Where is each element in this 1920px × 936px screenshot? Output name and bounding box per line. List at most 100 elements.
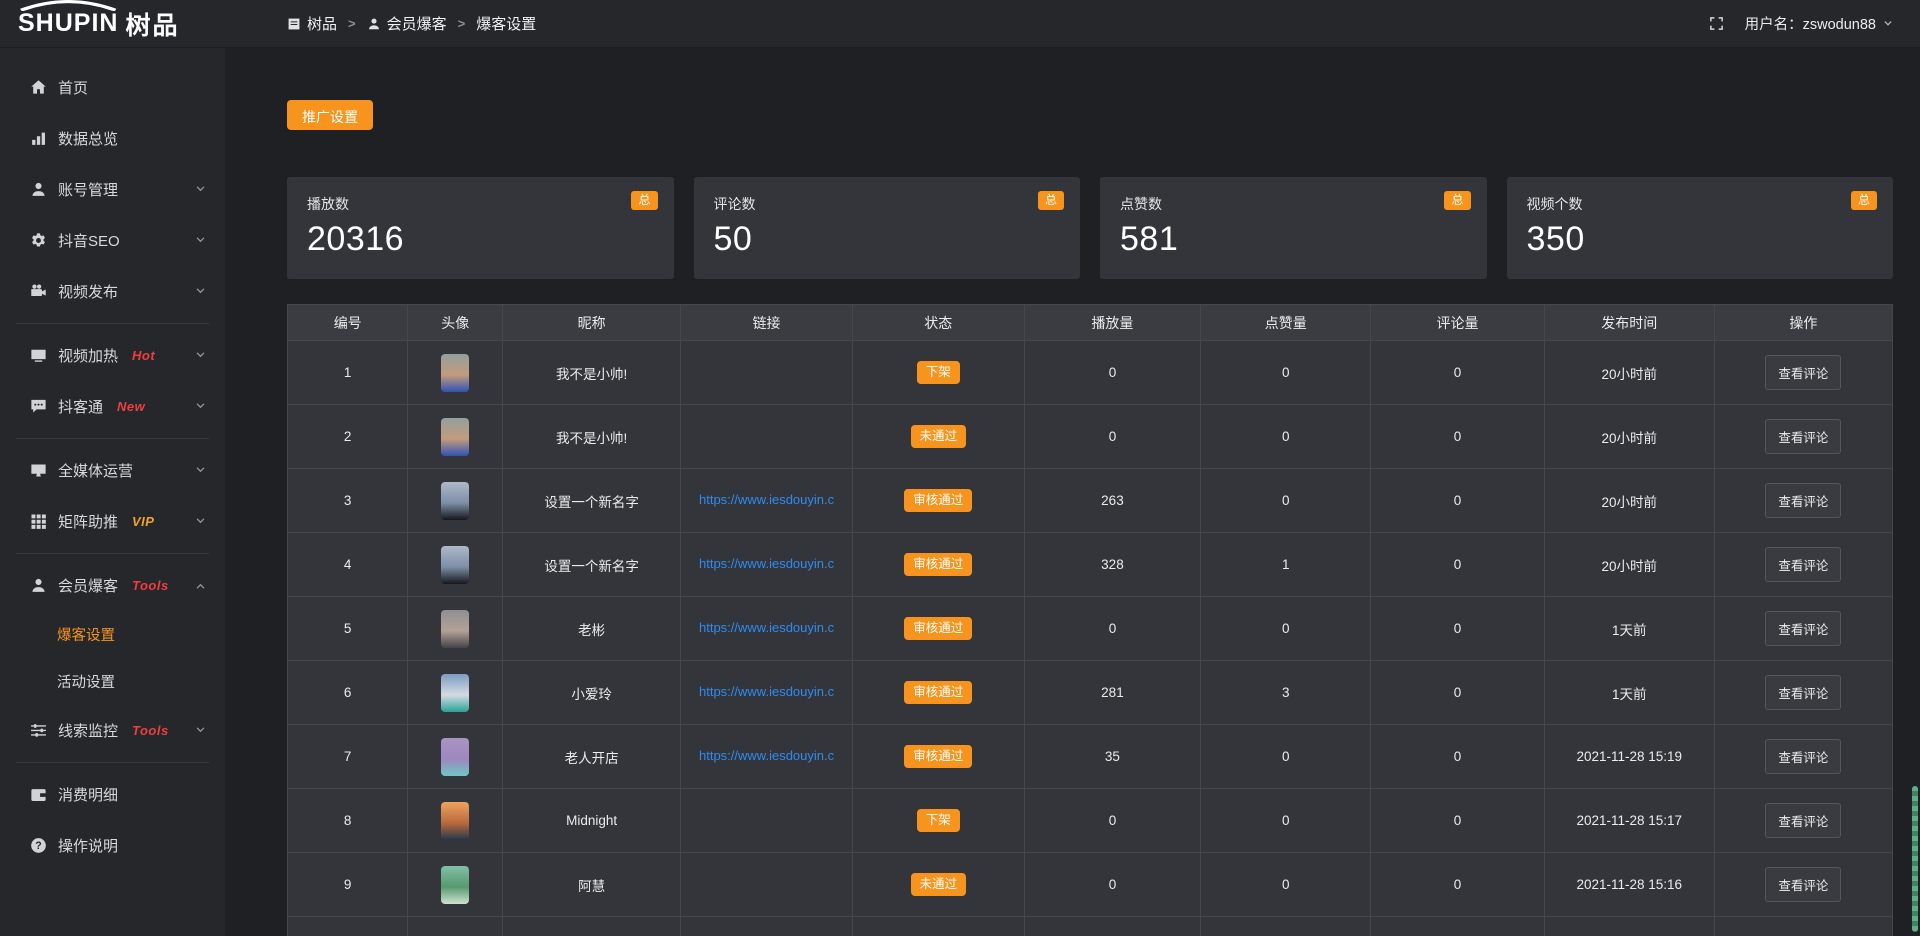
video-link[interactable]: https://www.iesdouyin.c bbox=[699, 620, 834, 635]
sidebar-item-video-publish[interactable]: 视频发布 bbox=[0, 266, 225, 317]
comments-value: 0 bbox=[1454, 813, 1462, 828]
table-row: 4设置一个新名字https://www.iesdouyin.c审核通过32810… bbox=[288, 533, 1893, 597]
view-comments-button[interactable]: 查看评论 bbox=[1765, 803, 1841, 838]
promo-settings-button[interactable]: 推广设置 bbox=[287, 100, 373, 130]
cell-action: 查看评论 bbox=[1714, 405, 1892, 469]
stat-card-label: 视频个数 bbox=[1527, 194, 1874, 214]
avatar bbox=[441, 354, 469, 392]
view-comments-button[interactable]: 查看评论 bbox=[1765, 675, 1841, 710]
chevron-up-icon bbox=[194, 579, 207, 592]
view-comments-button[interactable]: 查看评论 bbox=[1765, 419, 1841, 454]
breadcrumb-separator: > bbox=[458, 16, 466, 31]
cell-empty bbox=[681, 917, 853, 936]
nickname-label: 阿慧 bbox=[578, 879, 605, 894]
avatar bbox=[441, 610, 469, 648]
breadcrumb-label: 会员爆客 bbox=[387, 13, 447, 34]
status-badge: 审核通过 bbox=[904, 617, 972, 641]
cell-id: 2 bbox=[288, 405, 408, 469]
table-row: 1我不是小帅!下架00020小时前查看评论 bbox=[288, 341, 1893, 405]
sidebar-item-douketong[interactable]: 抖客通New bbox=[0, 381, 225, 432]
video-link[interactable]: https://www.iesdouyin.c bbox=[699, 748, 834, 763]
chevron-down-icon bbox=[194, 183, 207, 196]
likes-value: 0 bbox=[1282, 365, 1290, 380]
breadcrumb-item-member-baoke[interactable]: 会员爆客 bbox=[367, 13, 447, 34]
sidebar-subitem-activity-settings[interactable]: 活动设置 bbox=[0, 658, 225, 705]
stat-card-value: 350 bbox=[1527, 221, 1874, 258]
cell-link bbox=[681, 789, 853, 853]
sidebar-item-home[interactable]: 首页 bbox=[0, 62, 225, 113]
sidebar-subitem-baoke-settings[interactable]: 爆客设置 bbox=[0, 611, 225, 658]
sidebar-item-matrix-boost[interactable]: 矩阵助推VIP bbox=[0, 496, 225, 547]
sidebar-item-operation-guide[interactable]: ? 操作说明 bbox=[0, 820, 225, 871]
likes-value: 0 bbox=[1282, 877, 1290, 892]
user-menu[interactable]: 用户名：zswodun88 bbox=[1745, 13, 1894, 34]
chevron-down-icon bbox=[194, 724, 207, 737]
cell-plays: 0 bbox=[1024, 597, 1201, 661]
likes-value: 0 bbox=[1282, 813, 1290, 828]
sidebar-item-member-baoke[interactable]: 会员爆客Tools bbox=[0, 560, 225, 611]
sidebar-item-label: 矩阵助推 bbox=[58, 511, 118, 532]
username-label: 用户名：zswodun88 bbox=[1745, 13, 1876, 34]
table-header-row: 编号头像昵称链接状态播放量点赞量评论量发布时间操作 bbox=[288, 305, 1893, 341]
cell-action: 查看评论 bbox=[1714, 853, 1892, 917]
status-badge: 审核通过 bbox=[904, 553, 972, 577]
view-comments-button[interactable]: 查看评论 bbox=[1765, 483, 1841, 518]
cell-status: 下架 bbox=[852, 789, 1024, 853]
sidebar-subitem-label: 爆客设置 bbox=[57, 624, 115, 645]
column-header: 播放量 bbox=[1024, 305, 1201, 341]
cell-comments: 0 bbox=[1371, 469, 1544, 533]
sidebar-item-omni-media[interactable]: 全媒体运营 bbox=[0, 445, 225, 496]
sidebar-item-label: 抖音SEO bbox=[58, 230, 120, 251]
video-link[interactable]: https://www.iesdouyin.c bbox=[699, 684, 834, 699]
video-link[interactable]: https://www.iesdouyin.c bbox=[699, 556, 834, 571]
comments-value: 0 bbox=[1454, 557, 1462, 572]
sidebar-item-data-overview[interactable]: 数据总览 bbox=[0, 113, 225, 164]
svg-text:?: ? bbox=[35, 840, 41, 852]
sidebar-item-video-heating[interactable]: 视频加热Hot bbox=[0, 330, 225, 381]
breadcrumb: 树品>会员爆客>爆客设置 bbox=[287, 13, 536, 34]
cell-status: 审核通过 bbox=[852, 469, 1024, 533]
sidebar-divider bbox=[16, 323, 209, 324]
cell-status: 审核通过 bbox=[852, 533, 1024, 597]
stat-card-videos: 视频个数总350 bbox=[1507, 177, 1894, 279]
column-header: 编号 bbox=[288, 305, 408, 341]
cell-avatar bbox=[408, 853, 503, 917]
cell-plays: 0 bbox=[1024, 341, 1201, 405]
view-comments-button[interactable]: 查看评论 bbox=[1765, 547, 1841, 582]
chevron-down-icon bbox=[1882, 18, 1894, 30]
nickname-label: 设置一个新名字 bbox=[544, 495, 639, 510]
cell-empty bbox=[1371, 917, 1544, 936]
view-comments-button[interactable]: 查看评论 bbox=[1765, 355, 1841, 390]
sidebar-item-tag: Hot bbox=[132, 348, 155, 363]
cell-publish-time: 20小时前 bbox=[1544, 405, 1714, 469]
view-comments-button[interactable]: 查看评论 bbox=[1765, 611, 1841, 646]
cell-empty bbox=[1714, 917, 1892, 936]
view-comments-button[interactable]: 查看评论 bbox=[1765, 867, 1841, 902]
row-id: 6 bbox=[344, 685, 352, 700]
cell-link: https://www.iesdouyin.c bbox=[681, 533, 853, 597]
cell-empty bbox=[288, 917, 408, 936]
sidebar-item-clue-monitor[interactable]: 线索监控Tools bbox=[0, 705, 225, 756]
breadcrumb-label: 爆客设置 bbox=[476, 13, 536, 34]
likes-value: 0 bbox=[1282, 493, 1290, 508]
cell-avatar bbox=[408, 533, 503, 597]
cell-comments: 0 bbox=[1371, 405, 1544, 469]
stat-card-label: 播放数 bbox=[307, 194, 654, 214]
cell-id: 9 bbox=[288, 853, 408, 917]
breadcrumb-item-shupin[interactable]: 树品 bbox=[287, 13, 337, 34]
fullscreen-icon[interactable] bbox=[1708, 15, 1725, 32]
video-link[interactable]: https://www.iesdouyin.c bbox=[699, 492, 834, 507]
sidebar-item-consumption-detail[interactable]: 消费明细 bbox=[0, 769, 225, 820]
cell-likes: 0 bbox=[1201, 725, 1371, 789]
plays-value: 35 bbox=[1105, 749, 1120, 764]
view-comments-button[interactable]: 查看评论 bbox=[1765, 739, 1841, 774]
cell-comments: 0 bbox=[1371, 597, 1544, 661]
sidebar-item-douyin-seo[interactable]: 抖音SEO bbox=[0, 215, 225, 266]
sidebar-item-account-management[interactable]: 账号管理 bbox=[0, 164, 225, 215]
publish-time-label: 20小时前 bbox=[1601, 431, 1657, 446]
sidebar-item-label: 操作说明 bbox=[58, 835, 118, 856]
status-badge: 审核通过 bbox=[904, 489, 972, 513]
camera-icon bbox=[30, 283, 47, 300]
sidebar-divider bbox=[16, 762, 209, 763]
scrollbar-thumb[interactable] bbox=[1912, 786, 1918, 932]
